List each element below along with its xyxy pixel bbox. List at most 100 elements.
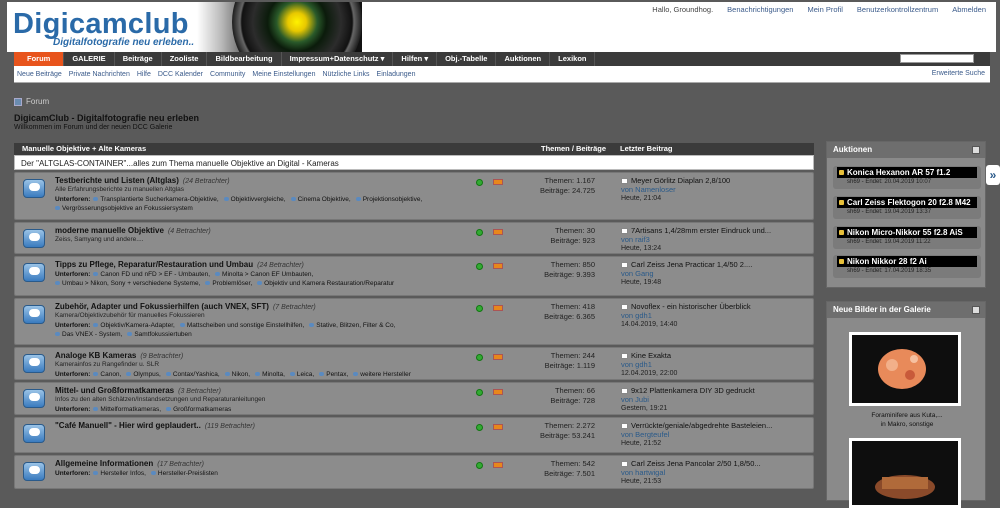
rss-icon[interactable] xyxy=(493,424,503,430)
forum-title[interactable]: Testberichte und Listen (Altglas) (24 Bet… xyxy=(55,176,230,185)
forum-stats: Themen: 850 Beiträge: 9.393 xyxy=(544,260,595,279)
home-icon[interactable] xyxy=(14,97,22,106)
last-post-user[interactable]: von gdh1 xyxy=(621,360,677,369)
subforum-link[interactable]: Mattscheiben und sonstige Einstellhilfen… xyxy=(180,322,304,329)
last-post-user[interactable]: von Gang xyxy=(621,269,752,278)
last-post-title[interactable]: Carl Zeiss Jena Pancolar 2/50 1,8/50... xyxy=(631,459,761,468)
subforum-link[interactable]: Hersteller-Preislisten xyxy=(151,470,218,477)
rss-icon[interactable] xyxy=(493,263,503,269)
rss-icon[interactable] xyxy=(493,354,503,360)
subforum-link[interactable]: Leica, xyxy=(290,371,314,378)
subforum-link[interactable]: Objektiv/Kamera-Adapter, xyxy=(93,322,174,329)
subforum-link[interactable]: Minolta, xyxy=(255,371,285,378)
last-post-title[interactable]: Verrückte/geniale/abgedrehte Basteleien.… xyxy=(631,421,772,430)
subforum-link[interactable]: Großformatkameras xyxy=(166,406,231,413)
thread-icon xyxy=(621,228,628,235)
forum-title[interactable]: "Café Manuell" - Hier wird geplaudert..(… xyxy=(55,421,255,430)
subforum-link[interactable]: Nikon, xyxy=(225,371,250,378)
subforum-link[interactable]: Projektionsobjektive, xyxy=(356,196,423,203)
last-post-title[interactable]: Carl Zeiss Jena Practicar 1,4/50 2.... xyxy=(631,260,752,269)
subforum-link[interactable]: Transplantierte Sucherkamera-Objektive, xyxy=(93,196,218,203)
logout-link[interactable]: Abmelden xyxy=(952,5,986,14)
last-post-title[interactable]: Kine Exakta xyxy=(631,351,671,360)
subforum-link[interactable]: Minolta > Canon EF Umbauten, xyxy=(215,271,313,278)
last-post-user[interactable]: von raif3 xyxy=(621,235,771,244)
subforum-link[interactable]: weitere Hersteller xyxy=(353,371,411,378)
forum-title[interactable]: Tipps zu Pflege, Reparatur/Restauration … xyxy=(55,260,304,269)
last-post-user[interactable]: von Bergteufel xyxy=(621,430,772,439)
subforum-link[interactable]: Contax/Yashica, xyxy=(166,371,220,378)
subnav-new-posts[interactable]: Neue Beiträge xyxy=(17,71,62,78)
auction-item[interactable]: Nikon Micro-Nikkor 55 f2.8 AiS sh69 - End… xyxy=(833,226,981,249)
last-post-user[interactable]: von hartwigal xyxy=(621,468,761,477)
category-title[interactable]: Manuelle Objektive + Alte Kameras xyxy=(22,143,146,155)
rss-icon[interactable] xyxy=(493,389,503,395)
auction-item[interactable]: Nikon Nikkor 28 f2 Ai sh69 - Endet: 17.04… xyxy=(833,255,981,278)
subforum-link[interactable]: Hersteller Infos, xyxy=(93,470,146,477)
nav-beitraege[interactable]: Beiträge xyxy=(115,52,162,66)
gallery-image[interactable] xyxy=(849,332,961,406)
nav-galerie[interactable]: GALERIE xyxy=(64,52,115,66)
subforum-link[interactable]: Vergrösserungsobjektive an Fokussiersyst… xyxy=(55,205,193,212)
nav-impressum[interactable]: Impressum+Datenschutz ▾ xyxy=(282,52,394,66)
collapse-toggle-icon[interactable] xyxy=(972,146,980,154)
subnav-pm[interactable]: Private Nachrichten xyxy=(69,71,130,78)
forum-title[interactable]: moderne manuelle Objektive (4 Betrachter) xyxy=(55,226,211,235)
subnav-settings[interactable]: Meine Einstellungen xyxy=(252,71,315,78)
subnav-calendar[interactable]: DCC Kalender xyxy=(158,71,203,78)
subforum-link[interactable]: Cinema Objektive, xyxy=(291,196,351,203)
subforum-link[interactable]: Canon FD und nFD > EF - Umbauten, xyxy=(93,271,210,278)
auction-item[interactable]: Konica Hexanon AR 57 f1.2 sh69 - Endet: 2… xyxy=(833,166,981,189)
user-cp-link[interactable]: Benutzerkontrollzentrum xyxy=(857,5,938,14)
last-post-title[interactable]: 7Artisans 1,4/28mm erster Eindruck und..… xyxy=(631,226,771,235)
my-profile-link[interactable]: Mein Profil xyxy=(807,5,842,14)
subforum-link[interactable]: Canon, xyxy=(93,371,121,378)
rss-icon[interactable] xyxy=(493,305,503,311)
auction-item[interactable]: Carl Zeiss Flektogon 20 f2.8 M42 sh69 - E… xyxy=(833,196,981,219)
subforum-link[interactable]: Stative, Blitzen, Filter & Co, xyxy=(309,322,395,329)
subforum-link[interactable]: Olympus, xyxy=(126,371,160,378)
nav-auktionen[interactable]: Auktionen xyxy=(496,52,551,66)
rss-icon[interactable] xyxy=(493,229,503,235)
last-post-title[interactable]: 9x12 Plattenkamera DIY 3D gedruckt xyxy=(631,386,755,395)
subforum-link[interactable]: Umbau > Nikon, Sony + verschiedene Syste… xyxy=(55,280,200,287)
subforum-link[interactable]: Mittelformatkameras, xyxy=(93,406,161,413)
subnav-links[interactable]: Nützliche Links xyxy=(322,71,369,78)
forum-title[interactable]: Zubehör, Adapter und Fokussierhilfen (au… xyxy=(55,302,316,311)
breadcrumb-forum[interactable]: Forum xyxy=(26,97,49,106)
gallery-image[interactable] xyxy=(849,438,961,508)
subforum-link[interactable]: Objektiv und Kamera Restauration/Reparat… xyxy=(257,280,394,287)
sidebar-collapse-icon[interactable]: » xyxy=(986,165,1000,185)
notifications-link[interactable]: Benachrichtigungen xyxy=(727,5,793,14)
search-input[interactable] xyxy=(900,54,974,63)
advanced-search-link[interactable]: Erweiterte Suche xyxy=(932,70,985,77)
nav-bildbearbeitung[interactable]: Bildbearbeitung xyxy=(207,52,282,66)
last-post-user[interactable]: von gdh1 xyxy=(621,311,751,320)
subnav-community[interactable]: Community xyxy=(210,71,245,78)
subforum-link[interactable]: Pentax, xyxy=(319,371,348,378)
last-post-title[interactable]: Meyer Görlitz Diaplan 2,8/100 xyxy=(631,176,730,185)
nav-zooliste[interactable]: Zooliste xyxy=(162,52,208,66)
forum-title[interactable]: Allgemeine Informationen (17 Betrachter) xyxy=(55,459,204,468)
rss-icon[interactable] xyxy=(493,179,503,185)
nav-hilfen[interactable]: Hilfen ▾ xyxy=(393,52,438,66)
last-post-title[interactable]: Novoflex - ein historischer Überblick xyxy=(631,302,751,311)
gallery-caption[interactable]: Foraminifere aus Kuta,... xyxy=(827,412,987,419)
nav-lexikon[interactable]: Lexikon xyxy=(550,52,596,66)
rss-icon[interactable] xyxy=(493,462,503,468)
subforum-link[interactable]: Das VNEX - System, xyxy=(55,331,122,338)
last-post-user[interactable]: von Jubi xyxy=(621,395,755,404)
last-post-user[interactable]: von Namenloser xyxy=(621,185,730,194)
subnav-invites[interactable]: Einladungen xyxy=(377,71,416,78)
nav-forum[interactable]: Forum xyxy=(14,52,65,66)
collapse-toggle-icon[interactable] xyxy=(972,306,980,314)
thread-icon xyxy=(621,262,628,269)
subforums: Unterforen: Hersteller Infos, Hersteller-P… xyxy=(55,469,435,478)
nav-obj-tabelle[interactable]: Obj.-Tabelle xyxy=(437,52,497,66)
forum-title[interactable]: Mittel- und Großformatkameras (3 Betracht… xyxy=(55,386,221,395)
subforum-link[interactable]: Samtfokussiertuben xyxy=(127,331,191,338)
subforum-link[interactable]: Problemlöser, xyxy=(205,280,252,287)
subnav-help[interactable]: Hilfe xyxy=(137,71,151,78)
forum-title[interactable]: Analoge KB Kameras (9 Betrachter) xyxy=(55,351,183,360)
subforum-link[interactable]: Objektivvergleiche, xyxy=(224,196,286,203)
